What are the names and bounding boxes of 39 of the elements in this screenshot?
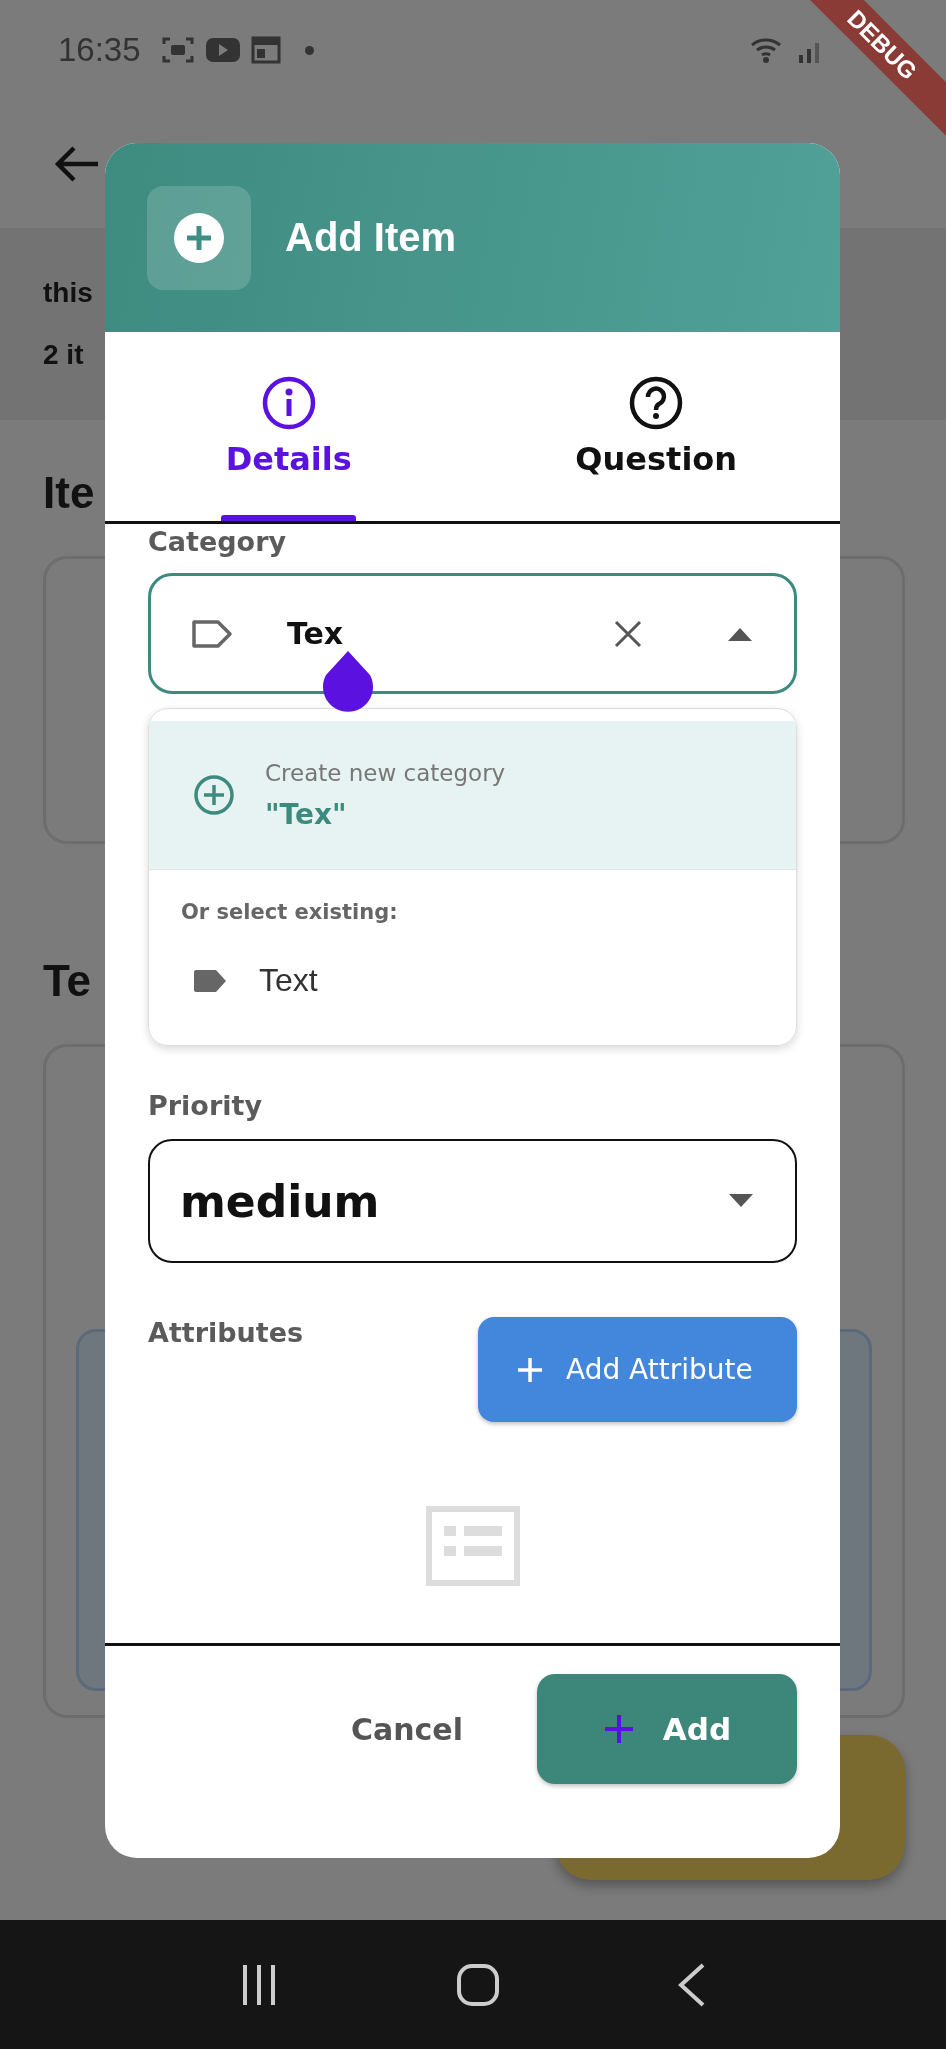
video-icon (204, 37, 241, 63)
tag-icon (193, 967, 229, 994)
close-icon[interactable] (614, 619, 642, 648)
calendar-icon (250, 36, 281, 64)
plus-icon (516, 1355, 544, 1384)
header-text: 2 it (43, 339, 84, 371)
back-arrow-icon[interactable] (52, 144, 100, 184)
info-icon (261, 375, 316, 430)
category-field[interactable]: Tex (148, 573, 797, 694)
caret-down-icon (729, 1194, 753, 1208)
field-label: Attributes (148, 1317, 304, 1348)
option-value: "Tex" (265, 797, 348, 831)
add-button[interactable]: Add (537, 1674, 797, 1784)
caret-up-icon[interactable] (728, 626, 752, 641)
home-icon[interactable] (456, 1962, 500, 2007)
add-icon (147, 185, 251, 290)
field-label: Category (148, 526, 287, 557)
add-circle-icon (193, 774, 235, 816)
section-heading: Te (42, 955, 92, 1006)
screenshot-icon (160, 35, 195, 65)
field-label: Priority (148, 1090, 262, 1121)
tab[interactable]: Details (105, 332, 473, 521)
tag-icon (191, 618, 233, 649)
section-label: Or select existing: (181, 900, 398, 924)
category-option[interactable]: Text (149, 924, 796, 1029)
help-icon (629, 375, 684, 430)
section-heading: Ite (42, 467, 95, 518)
plus-icon (602, 1713, 635, 1745)
dialog-title: Add Item (285, 215, 457, 260)
notification-dot (304, 45, 314, 55)
cancel-button[interactable]: Cancel (346, 1701, 467, 1757)
add-attribute-button[interactable]: Add Attribute (478, 1317, 797, 1422)
list-icon (425, 1506, 520, 1586)
tab[interactable]: Question (472, 332, 840, 521)
status-time: 16:35 (58, 31, 141, 69)
header-text: this (43, 277, 93, 309)
priority-dropdown[interactable]: medium (148, 1139, 797, 1263)
create-option[interactable]: Create new category "Tex" (149, 721, 796, 870)
option-caption: Create new category (265, 759, 506, 786)
